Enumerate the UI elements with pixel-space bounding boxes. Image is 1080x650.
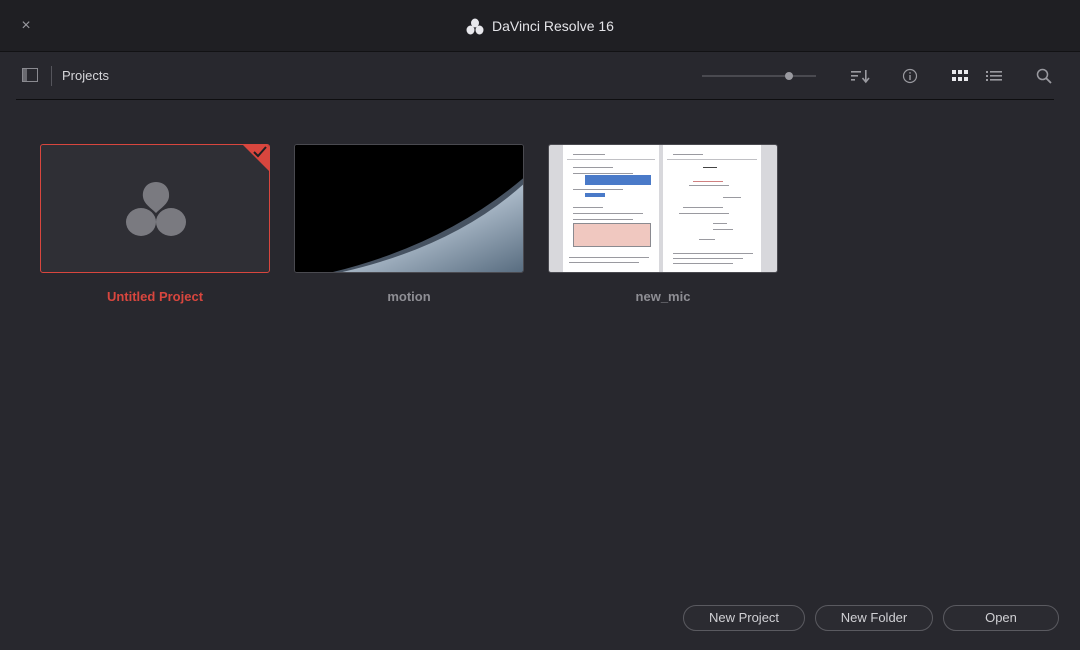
document-thumbnail-image — [549, 145, 777, 272]
app-title: DaVinci Resolve 16 — [492, 18, 614, 34]
grid-view-icon[interactable] — [950, 66, 970, 86]
new-project-button[interactable]: New Project — [683, 605, 805, 631]
sort-icon[interactable] — [850, 66, 870, 86]
doc-page-right — [663, 145, 761, 272]
project-name: Untitled Project — [106, 289, 204, 304]
slider-knob[interactable] — [785, 72, 793, 80]
project-card[interactable]: motion — [294, 144, 524, 304]
project-name: new_mic — [635, 289, 691, 304]
toolbar-divider — [51, 66, 52, 86]
breadcrumb: Projects — [62, 68, 109, 83]
project-thumbnail[interactable] — [40, 144, 270, 273]
search-icon[interactable] — [1034, 66, 1054, 86]
new-folder-button[interactable]: New Folder — [815, 605, 933, 631]
list-view-icon[interactable] — [984, 66, 1004, 86]
thumbnail-size-slider[interactable] — [702, 68, 816, 84]
check-icon — [253, 146, 267, 158]
open-button[interactable]: Open — [943, 605, 1059, 631]
project-thumbnail[interactable] — [548, 144, 778, 273]
project-name: motion — [387, 289, 431, 304]
toolbar: Projects — [16, 52, 1054, 100]
resolve-logo-icon — [466, 18, 484, 34]
project-thumbnail[interactable] — [294, 144, 524, 273]
project-card[interactable]: Untitled Project — [40, 144, 270, 304]
resolve-placeholder-icon — [126, 182, 186, 236]
project-card[interactable]: new_mic — [548, 144, 778, 304]
title-wrap: DaVinci Resolve 16 — [0, 0, 1080, 52]
doc-page-left — [563, 145, 659, 272]
title-bar: × DaVinci Resolve 16 — [0, 0, 1080, 52]
earth-thumbnail-image — [295, 145, 523, 272]
info-icon[interactable] — [900, 66, 920, 86]
panel-toggle-icon[interactable] — [22, 68, 38, 82]
slider-track — [702, 75, 816, 77]
